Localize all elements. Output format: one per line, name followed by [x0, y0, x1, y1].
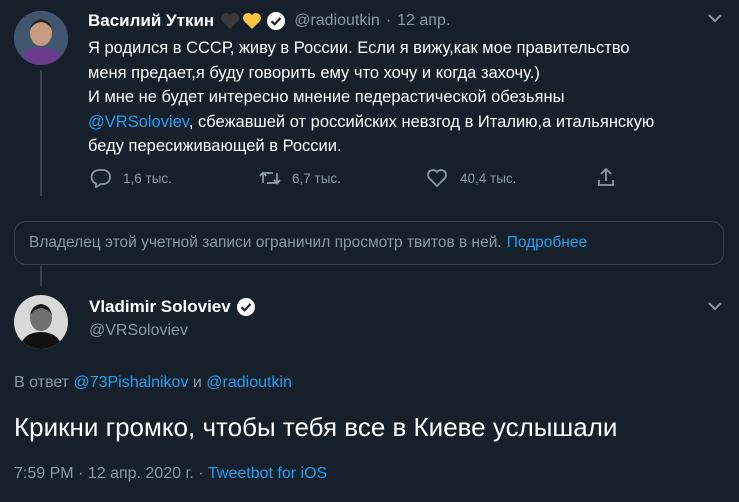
tweet-line: беду пересиживающей в России. [88, 137, 342, 155]
share-icon [596, 166, 616, 188]
reply-icon [90, 168, 112, 188]
retweet-count: 6,7 тыс. [292, 170, 341, 186]
black-heart-icon [220, 12, 240, 30]
verified-icon [236, 297, 256, 317]
tweet1-header: Василий Уткин @radioutkin · 12 апр. [88, 10, 450, 32]
tweet2-text: Крикни громко, чтобы тебя все в Киеве ус… [14, 412, 618, 442]
mention-link[interactable]: @VRSoloviev [88, 113, 189, 131]
tweet-time[interactable]: 7:59 PM [14, 465, 74, 482]
retweet-button[interactable]: 6,7 тыс. [258, 168, 341, 188]
reply-context: В ответ @73Pishalnikov и @radioutkin [14, 374, 292, 391]
tweet1-body: Я родился в СССР, живу в России. Если я … [88, 36, 728, 159]
thread-line [40, 266, 42, 286]
reply-user-link[interactable]: @73Pishalnikov [73, 374, 188, 391]
chevron-down-icon[interactable] [707, 300, 723, 312]
tweet-line: меня предает,я буду говорить ему что хоч… [88, 63, 540, 82]
tweet-line: И мне не будет интересно мнение педераст… [88, 88, 565, 106]
thread-line [40, 70, 42, 196]
verified-icon [266, 11, 286, 31]
tweet-line: Я родился в СССР, живу в России. Если я … [88, 39, 630, 57]
author-handle[interactable]: @radioutkin [294, 12, 380, 30]
tweet-date[interactable]: 12 апр. 2020 г. [88, 465, 194, 482]
tweet-line: @VRSoloviev, сбежавшей от российских нев… [88, 112, 655, 131]
author-handle[interactable]: @VRSoloviev [89, 322, 256, 340]
reply-count: 1,6 тыс. [123, 170, 172, 186]
avatar-soloviev[interactable] [14, 295, 68, 349]
notice-text: Владелец этой учетной записи ограничил п… [29, 234, 502, 251]
heart-icon [426, 168, 448, 188]
tweet2-meta: 7:59 PM · 12 апр. 2020 г. · Tweetbot for… [14, 465, 328, 482]
tweet2-author: Vladimir Soloviev @VRSoloviev [89, 296, 256, 340]
tweet-date[interactable]: 12 апр. [397, 12, 450, 30]
yellow-heart-icon [242, 12, 262, 30]
avatar-utkin[interactable] [14, 11, 68, 65]
learn-more-link[interactable]: Подробнее [507, 234, 587, 252]
chevron-down-icon[interactable] [707, 12, 723, 24]
like-button[interactable]: 40,4 тыс. [426, 168, 516, 188]
source-link[interactable]: Tweetbot for iOS [208, 465, 327, 482]
header-separator: · [385, 12, 392, 29]
restricted-notice: Владелец этой учетной записи ограничил п… [14, 221, 724, 265]
author-name[interactable]: Vladimir Soloviev [89, 297, 231, 317]
reply-button[interactable]: 1,6 тыс. [90, 168, 172, 188]
share-button[interactable] [596, 166, 616, 188]
retweet-icon [258, 168, 282, 188]
like-count: 40,4 тыс. [460, 170, 517, 186]
reply-user-link[interactable]: @radioutkin [206, 374, 292, 391]
author-name[interactable]: Василий Уткин [88, 11, 214, 31]
